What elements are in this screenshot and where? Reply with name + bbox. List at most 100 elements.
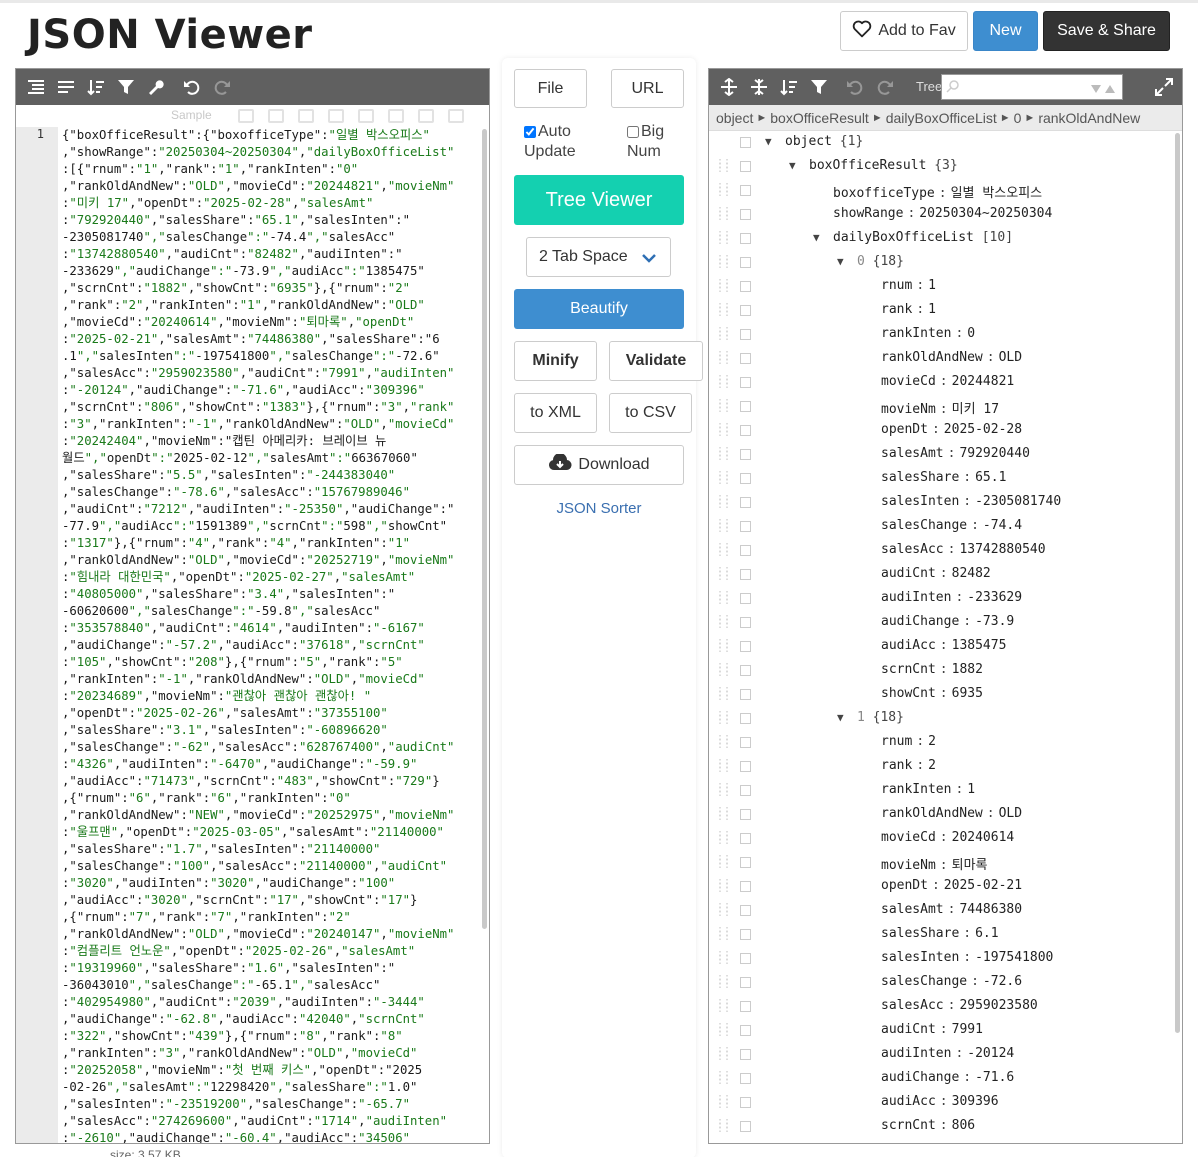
tree-node-content[interactable]: rankOldAndNew: OLD bbox=[881, 350, 1022, 365]
node-value[interactable]: 2 bbox=[928, 734, 936, 749]
node-menu-icon[interactable] bbox=[740, 1097, 751, 1108]
tree-node-content[interactable]: rankOldAndNew: OLD bbox=[881, 806, 1022, 821]
editor-scrollbar[interactable] bbox=[482, 129, 487, 929]
node-value[interactable]: 2025-02-21 bbox=[944, 878, 1022, 893]
node-value[interactable]: 20244821 bbox=[952, 374, 1015, 389]
tree-node[interactable]: :::::: movieCd:20244821 bbox=[709, 371, 1169, 395]
expand-toggle-icon[interactable]: ▼ bbox=[813, 231, 820, 244]
tree-node[interactable]: :::::: salesAmt:792920440 bbox=[709, 443, 1169, 467]
node-value[interactable]: 1882 bbox=[952, 662, 983, 677]
drag-handle-icon[interactable]: :::::: bbox=[717, 637, 730, 655]
node-menu-icon[interactable] bbox=[740, 425, 751, 436]
node-menu-icon[interactable] bbox=[740, 137, 751, 148]
node-key[interactable]: salesAcc bbox=[881, 998, 944, 1013]
tree-node-content[interactable]: salesInten: -197541800 bbox=[881, 950, 1053, 965]
node-menu-icon[interactable] bbox=[740, 593, 751, 604]
tree-node-content[interactable]: audiAcc:309396 bbox=[881, 1094, 999, 1109]
node-key[interactable]: salesAcc bbox=[881, 542, 944, 557]
node-value[interactable]: 806 bbox=[952, 1118, 975, 1133]
auto-update-input[interactable] bbox=[524, 125, 536, 138]
node-value[interactable]: 1 bbox=[928, 302, 936, 317]
node-menu-icon[interactable] bbox=[740, 737, 751, 748]
drag-handle-icon[interactable]: :::::: bbox=[717, 973, 730, 991]
tab-space-select[interactable]: 2 Tab Space bbox=[526, 237, 671, 277]
tree-node[interactable]: :::::: openDt:2025-02-21 bbox=[709, 875, 1169, 899]
node-menu-icon[interactable] bbox=[740, 473, 751, 484]
node-key[interactable]: audiChange bbox=[881, 1070, 959, 1085]
node-value[interactable]: 2025-02-28 bbox=[944, 422, 1022, 437]
node-menu-icon[interactable] bbox=[740, 1049, 751, 1060]
node-menu-icon[interactable] bbox=[740, 929, 751, 940]
drag-handle-icon[interactable]: :::::: bbox=[717, 325, 730, 343]
tree-node[interactable]: :::::: ▼ 0 {18} bbox=[709, 251, 1169, 275]
node-menu-icon[interactable] bbox=[740, 161, 751, 172]
node-menu-icon[interactable] bbox=[740, 545, 751, 556]
tree-node-content[interactable]: audiAcc:1385475 bbox=[881, 638, 1006, 653]
node-menu-icon[interactable] bbox=[740, 377, 751, 388]
code-text[interactable]: {"boxOfficeResult":{"boxofficeType":"일별 … bbox=[58, 127, 489, 1143]
node-value[interactable]: 2959023580 bbox=[959, 998, 1037, 1013]
collapse-all-icon[interactable] bbox=[747, 75, 771, 99]
tree-node-content[interactable]: boxOfficeResult {3} bbox=[809, 158, 958, 173]
tree-node-content[interactable]: 0 {18} bbox=[857, 254, 904, 269]
node-menu-icon[interactable] bbox=[740, 257, 751, 268]
node-menu-icon[interactable] bbox=[740, 761, 751, 772]
tree-node[interactable]: :::::: salesChange: -72.6 bbox=[709, 971, 1169, 995]
tree-node[interactable]: :::::: scrnCnt:1882 bbox=[709, 659, 1169, 683]
node-key[interactable]: movieNm bbox=[881, 402, 936, 417]
node-value[interactable]: -74.4 bbox=[983, 518, 1022, 533]
node-value[interactable]: 일별 박스오피스 bbox=[951, 186, 1043, 201]
save-share-button[interactable]: Save & Share bbox=[1043, 11, 1170, 51]
tree-node[interactable]: :::::: scrnCnt:806 bbox=[709, 1115, 1169, 1139]
tree-node[interactable]: :::::: showRange:20250304~20250304 bbox=[709, 203, 1169, 227]
node-key[interactable]: boxOfficeResult bbox=[809, 158, 926, 173]
tree-node-content[interactable]: rank:1 bbox=[881, 302, 936, 317]
drag-handle-icon[interactable]: :::::: bbox=[717, 685, 730, 703]
expand-toggle-icon[interactable]: ▼ bbox=[837, 255, 844, 268]
tree-node[interactable]: ▼ object {1} bbox=[709, 131, 1169, 155]
drag-handle-icon[interactable]: :::::: bbox=[717, 301, 730, 319]
node-value[interactable]: -72.6 bbox=[983, 974, 1022, 989]
tree-node[interactable]: :::::: salesShare:65.1 bbox=[709, 467, 1169, 491]
tree-node[interactable]: :::::: audiChange: -73.9 bbox=[709, 611, 1169, 635]
search-next-icon[interactable] bbox=[1090, 81, 1102, 99]
node-menu-icon[interactable] bbox=[740, 689, 751, 700]
node-menu-icon[interactable] bbox=[740, 977, 751, 988]
node-menu-icon[interactable] bbox=[740, 233, 751, 244]
breadcrumb-item[interactable]: object bbox=[716, 110, 753, 126]
node-value[interactable]: -71.6 bbox=[975, 1070, 1014, 1085]
code-editor[interactable]: Sample 1 {"boxOfficeResult":{"boxofficeT… bbox=[15, 68, 490, 1144]
tree-node-content[interactable]: showRange:20250304~20250304 bbox=[833, 206, 1052, 221]
tree-node-content[interactable]: salesChange: -72.6 bbox=[881, 974, 1022, 989]
drag-handle-icon[interactable]: :::::: bbox=[717, 1045, 730, 1063]
big-num-input[interactable] bbox=[627, 125, 639, 138]
redo-icon[interactable] bbox=[210, 75, 234, 99]
download-button[interactable]: Download bbox=[514, 445, 684, 485]
tree-node[interactable]: :::::: audiAcc:309396 bbox=[709, 1091, 1169, 1115]
node-key[interactable]: movieCd bbox=[881, 374, 936, 389]
node-key[interactable]: rank bbox=[881, 302, 912, 317]
drag-handle-icon[interactable]: :::::: bbox=[717, 253, 730, 271]
tree-node-content[interactable]: salesShare:65.1 bbox=[881, 470, 1006, 485]
node-menu-icon[interactable] bbox=[740, 353, 751, 364]
drag-handle-icon[interactable]: :::::: bbox=[717, 469, 730, 487]
drag-handle-icon[interactable]: :::::: bbox=[717, 277, 730, 295]
wrench-icon[interactable] bbox=[144, 75, 168, 99]
node-key[interactable]: dailyBoxOfficeList bbox=[833, 230, 974, 245]
beautify-button[interactable]: Beautify bbox=[514, 289, 684, 329]
sort-icon[interactable] bbox=[84, 75, 108, 99]
node-value[interactable]: -197541800 bbox=[975, 950, 1053, 965]
node-key[interactable]: movieCd bbox=[881, 830, 936, 845]
drag-handle-icon[interactable]: :::::: bbox=[717, 757, 730, 775]
node-menu-icon[interactable] bbox=[740, 809, 751, 820]
node-key[interactable]: audiAcc bbox=[881, 1094, 936, 1109]
tree-sort-icon[interactable] bbox=[777, 75, 801, 99]
to-xml-button[interactable]: to XML bbox=[514, 393, 597, 433]
drag-handle-icon[interactable]: :::::: bbox=[717, 373, 730, 391]
node-menu-icon[interactable] bbox=[740, 1121, 751, 1132]
tree-node[interactable]: :::::: audiInten: -233629 bbox=[709, 587, 1169, 611]
drag-handle-icon[interactable]: :::::: bbox=[717, 1093, 730, 1111]
node-key[interactable]: rankOldAndNew bbox=[881, 806, 983, 821]
node-key[interactable]: scrnCnt bbox=[881, 1118, 936, 1133]
node-menu-icon[interactable] bbox=[740, 521, 751, 532]
